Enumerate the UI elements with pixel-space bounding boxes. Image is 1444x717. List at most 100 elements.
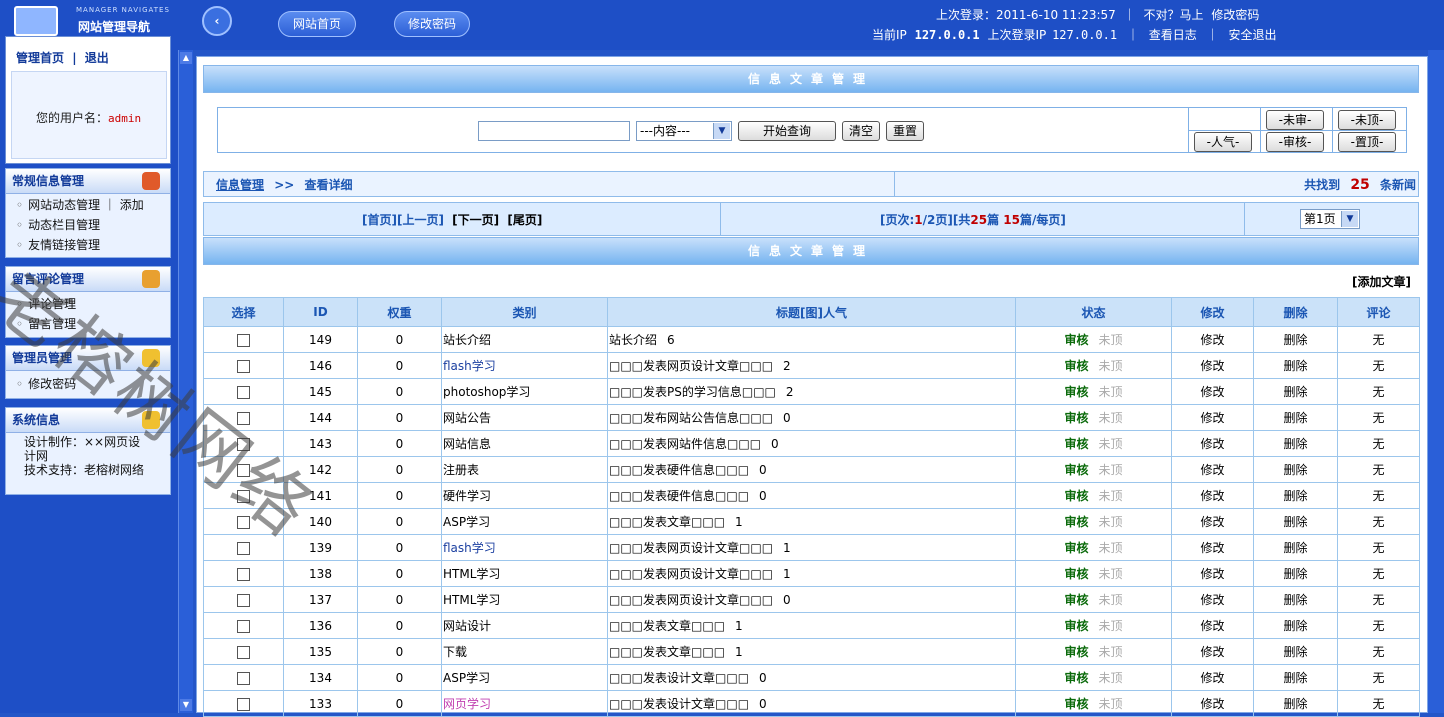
filter-unreviewed-button[interactable]: -未审- bbox=[1266, 110, 1324, 130]
article-title-link[interactable]: □□□发表文章□□□ bbox=[609, 515, 725, 529]
status-notop-link[interactable]: 未顶 bbox=[1099, 697, 1123, 711]
status-reviewed-link[interactable]: 审核 bbox=[1064, 645, 1088, 659]
back-icon[interactable]: ‹ bbox=[202, 6, 232, 36]
delete-link[interactable]: 删除 bbox=[1253, 664, 1338, 691]
row-checkbox[interactable] bbox=[237, 463, 250, 477]
status-reviewed-link[interactable]: 审核 bbox=[1064, 359, 1088, 373]
filter-top-button[interactable]: -置顶- bbox=[1338, 132, 1396, 152]
edit-link[interactable]: 修改 bbox=[1171, 664, 1254, 691]
category-link[interactable]: 网页学习 bbox=[443, 697, 491, 711]
row-checkbox[interactable] bbox=[237, 619, 250, 633]
article-title-link[interactable]: □□□发表文章□□□ bbox=[609, 619, 725, 633]
row-checkbox[interactable] bbox=[237, 671, 250, 685]
prev-page-link[interactable]: [上一页] bbox=[397, 213, 444, 227]
status-notop-link[interactable]: 未顶 bbox=[1099, 411, 1123, 425]
status-reviewed-link[interactable]: 审核 bbox=[1064, 333, 1088, 347]
sidebar-item-news-columns[interactable]: 动态栏目管理 bbox=[16, 216, 100, 233]
category-link[interactable]: flash学习 bbox=[443, 359, 496, 373]
category-link[interactable]: 下载 bbox=[443, 645, 467, 659]
clear-button[interactable]: 清空 bbox=[842, 121, 880, 141]
status-notop-link[interactable]: 未顶 bbox=[1099, 593, 1123, 607]
edit-link[interactable]: 修改 bbox=[1171, 586, 1254, 613]
category-link[interactable]: 网站信息 bbox=[443, 437, 491, 451]
breadcrumb-root[interactable]: 信息管理 bbox=[216, 178, 264, 192]
article-title-link[interactable]: □□□发表网页设计文章□□□ bbox=[609, 567, 773, 581]
add-article-link[interactable]: [添加文章] bbox=[1352, 273, 1411, 290]
status-reviewed-link[interactable]: 审核 bbox=[1064, 437, 1088, 451]
edit-link[interactable]: 修改 bbox=[1171, 638, 1254, 665]
category-link[interactable]: ASP学习 bbox=[443, 515, 490, 529]
last-page-link[interactable]: [尾页] bbox=[507, 213, 542, 227]
sidebar-item-comments[interactable]: 评论管理 bbox=[16, 295, 76, 312]
safe-exit-link[interactable]: 安全退出 bbox=[1228, 28, 1276, 42]
edit-link[interactable]: 修改 bbox=[1171, 430, 1254, 457]
category-link[interactable]: HTML学习 bbox=[443, 567, 500, 581]
sidebar-item-friend-links[interactable]: 友情链接管理 bbox=[16, 236, 100, 253]
left-scrollbar[interactable]: ▲ ▼ bbox=[178, 50, 193, 713]
status-notop-link[interactable]: 未顶 bbox=[1099, 333, 1123, 347]
header-change-password-link[interactable]: 修改密码 bbox=[1211, 8, 1259, 22]
status-notop-link[interactable]: 未顶 bbox=[1099, 515, 1123, 529]
status-reviewed-link[interactable]: 审核 bbox=[1064, 385, 1088, 399]
section-admins-header[interactable]: 管理员管理 bbox=[5, 345, 171, 371]
row-checkbox[interactable] bbox=[237, 489, 250, 503]
edit-link[interactable]: 修改 bbox=[1171, 560, 1254, 587]
row-checkbox[interactable] bbox=[237, 593, 250, 607]
edit-link[interactable]: 修改 bbox=[1171, 482, 1254, 509]
scroll-up-icon[interactable]: ▲ bbox=[180, 52, 192, 64]
filter-reviewed-button[interactable]: -审核- bbox=[1266, 132, 1324, 152]
category-link[interactable]: 注册表 bbox=[443, 463, 479, 477]
edit-link[interactable]: 修改 bbox=[1171, 326, 1254, 353]
status-reviewed-link[interactable]: 审核 bbox=[1064, 541, 1088, 555]
status-notop-link[interactable]: 未顶 bbox=[1099, 567, 1123, 581]
status-notop-link[interactable]: 未顶 bbox=[1099, 359, 1123, 373]
section-system-header[interactable]: 系统信息 bbox=[5, 407, 171, 433]
edit-link[interactable]: 修改 bbox=[1171, 404, 1254, 431]
delete-link[interactable]: 删除 bbox=[1253, 326, 1338, 353]
row-checkbox[interactable] bbox=[237, 333, 250, 347]
page-select[interactable]: 第1页 ▼ bbox=[1300, 209, 1360, 229]
delete-link[interactable]: 删除 bbox=[1253, 378, 1338, 405]
article-title-link[interactable]: □□□发表网站件信息□□□ bbox=[609, 437, 761, 451]
row-checkbox[interactable] bbox=[237, 645, 250, 659]
view-log-link[interactable]: 查看日志 bbox=[1149, 28, 1197, 42]
status-notop-link[interactable]: 未顶 bbox=[1099, 541, 1123, 555]
site-home-button[interactable]: 网站首页 bbox=[278, 11, 356, 37]
article-title-link[interactable]: □□□发表设计文章□□□ bbox=[609, 697, 749, 711]
search-input[interactable] bbox=[478, 121, 630, 141]
article-title-link[interactable]: □□□发表网页设计文章□□□ bbox=[609, 541, 773, 555]
status-reviewed-link[interactable]: 审核 bbox=[1064, 411, 1088, 425]
delete-link[interactable]: 删除 bbox=[1253, 534, 1338, 561]
row-checkbox[interactable] bbox=[237, 567, 250, 581]
row-checkbox[interactable] bbox=[237, 437, 250, 451]
status-notop-link[interactable]: 未顶 bbox=[1099, 671, 1123, 685]
article-title-link[interactable]: □□□发表网页设计文章□□□ bbox=[609, 593, 773, 607]
sidebar-item-messages[interactable]: 留言管理 bbox=[16, 315, 76, 332]
delete-link[interactable]: 删除 bbox=[1253, 456, 1338, 483]
category-link[interactable]: flash学习 bbox=[443, 541, 496, 555]
status-notop-link[interactable]: 未顶 bbox=[1099, 619, 1123, 633]
right-scrollbar[interactable] bbox=[1428, 50, 1444, 713]
delete-link[interactable]: 删除 bbox=[1253, 482, 1338, 509]
row-checkbox[interactable] bbox=[237, 411, 250, 425]
article-title-link[interactable]: □□□发表硬件信息□□□ bbox=[609, 463, 749, 477]
delete-link[interactable]: 删除 bbox=[1253, 430, 1338, 457]
status-notop-link[interactable]: 未顶 bbox=[1099, 463, 1123, 477]
category-link[interactable]: HTML学习 bbox=[443, 593, 500, 607]
edit-link[interactable]: 修改 bbox=[1171, 508, 1254, 535]
delete-link[interactable]: 删除 bbox=[1253, 352, 1338, 379]
edit-link[interactable]: 修改 bbox=[1171, 612, 1254, 639]
status-reviewed-link[interactable]: 审核 bbox=[1064, 567, 1088, 581]
filter-popular-button[interactable]: -人气- bbox=[1194, 132, 1252, 152]
row-checkbox[interactable] bbox=[237, 385, 250, 399]
status-reviewed-link[interactable]: 审核 bbox=[1064, 489, 1088, 503]
delete-link[interactable]: 删除 bbox=[1253, 586, 1338, 613]
article-title-link[interactable]: □□□发表硬件信息□□□ bbox=[609, 489, 749, 503]
row-checkbox[interactable] bbox=[237, 541, 250, 555]
next-page-link[interactable]: [下一页] bbox=[452, 213, 499, 227]
article-title-link[interactable]: □□□发表设计文章□□□ bbox=[609, 671, 749, 685]
status-notop-link[interactable]: 未顶 bbox=[1099, 437, 1123, 451]
filter-notop-button[interactable]: -未顶- bbox=[1338, 110, 1396, 130]
status-reviewed-link[interactable]: 审核 bbox=[1064, 515, 1088, 529]
category-link[interactable]: 网站公告 bbox=[443, 411, 491, 425]
